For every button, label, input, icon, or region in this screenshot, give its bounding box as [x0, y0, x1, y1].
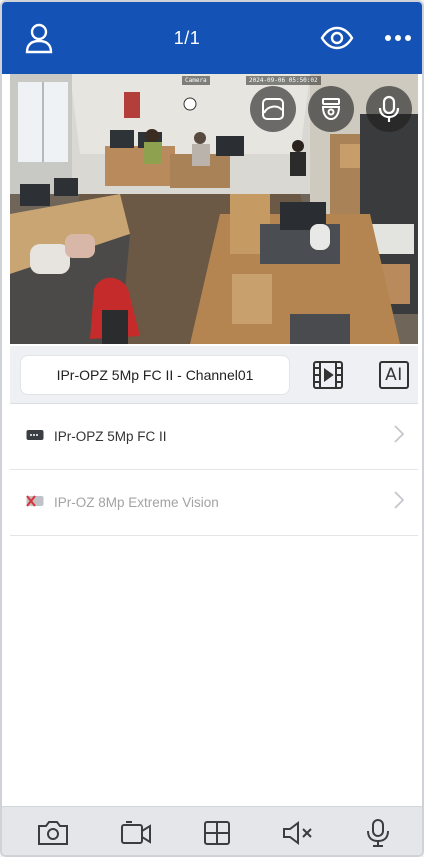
nvr-device-icon — [26, 428, 44, 446]
osd-timestamp: 2024-09-06 05:50:02 — [246, 76, 321, 85]
bottom-toolbar — [2, 806, 422, 855]
talk-microphone-icon[interactable] — [364, 818, 392, 848]
header-actions — [320, 26, 412, 50]
page-indicator: 1/1 — [173, 27, 201, 48]
speaker-muted-icon[interactable] — [281, 819, 315, 847]
eye-icon[interactable] — [320, 26, 354, 50]
ai-label: AI — [385, 364, 403, 385]
video-overlay-controls — [250, 86, 412, 132]
channel-row: IPr-OPZ 5Mp FC II - Channel01 AI — [10, 346, 418, 404]
device-name: IPr-OZ 8Mp Extreme Vision — [54, 495, 219, 510]
top-bar: 1/1 — [2, 2, 422, 74]
channel-actions: AI — [312, 360, 410, 390]
ptz-dome-icon[interactable] — [308, 86, 354, 132]
record-video-icon[interactable] — [119, 819, 153, 847]
device-offline-icon — [26, 494, 44, 512]
osd-camera-name: Camera — [182, 76, 210, 85]
chevron-right-icon — [394, 425, 405, 448]
more-icon[interactable] — [384, 34, 412, 42]
device-item-offline[interactable]: IPr-OZ 8Mp Extreme Vision — [10, 470, 418, 536]
empty-list-area — [10, 536, 418, 806]
live-video-view[interactable]: Camera 2024-09-06 05:50:02 — [10, 74, 418, 344]
grid-layout-icon[interactable] — [202, 819, 232, 847]
fisheye-view-icon[interactable] — [250, 86, 296, 132]
device-name: IPr-OPZ 5Mp FC II — [54, 429, 167, 444]
playback-film-icon[interactable] — [312, 360, 344, 390]
chevron-right-icon — [394, 491, 405, 514]
device-list: IPr-OPZ 5Mp FC II IPr-OZ 8Mp Extreme Vis… — [10, 404, 418, 536]
microphone-icon[interactable] — [366, 86, 412, 132]
device-item-online[interactable]: IPr-OPZ 5Mp FC II — [10, 404, 418, 470]
snapshot-camera-icon[interactable] — [36, 819, 70, 847]
user-icon[interactable] — [24, 22, 54, 54]
ai-icon[interactable]: AI — [378, 360, 410, 390]
channel-selector[interactable]: IPr-OPZ 5Mp FC II - Channel01 — [20, 354, 290, 395]
app-frame: 1/1 Camera 2024-09-06 05:50:02 IPr-OPZ 5… — [0, 0, 424, 857]
